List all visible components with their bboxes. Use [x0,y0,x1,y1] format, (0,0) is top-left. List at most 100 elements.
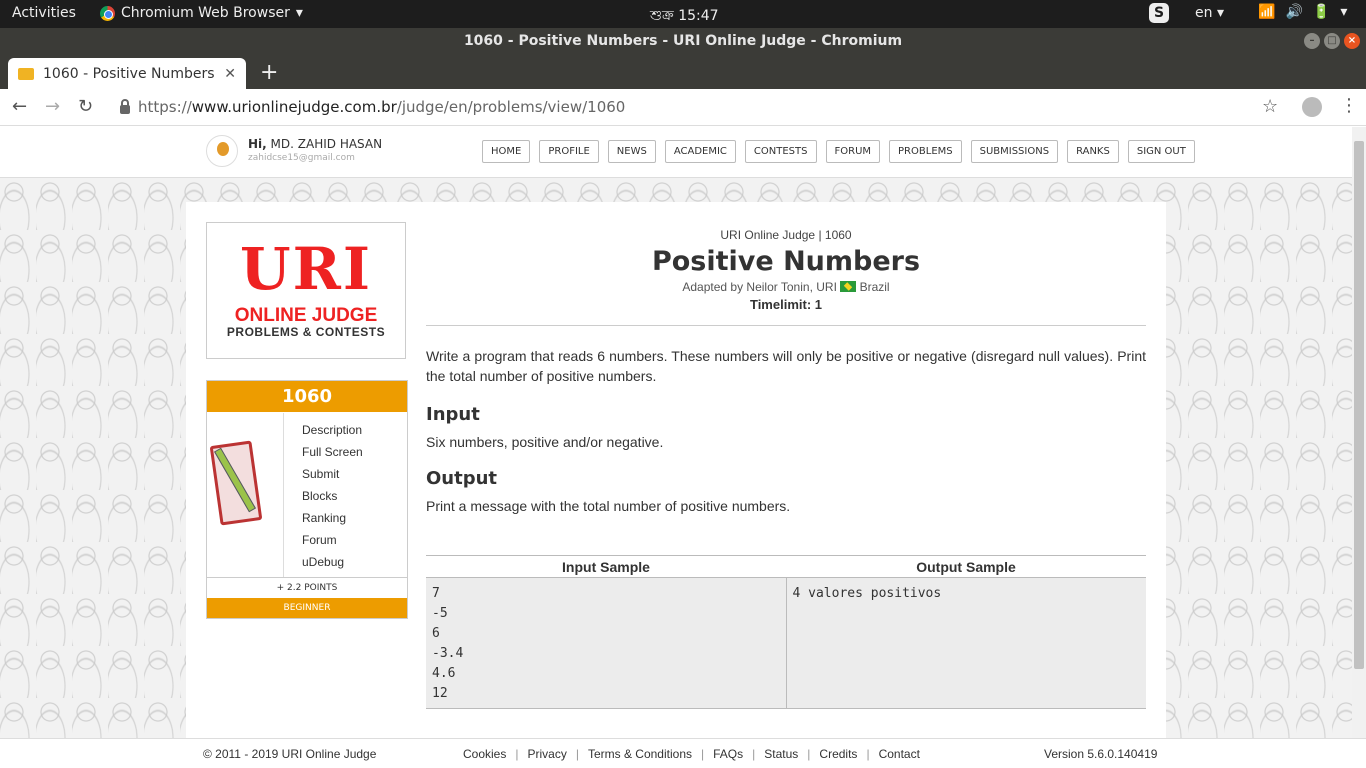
app-menu-label: Chromium Web Browser [121,5,290,21]
nav-problems[interactable]: PROBLEMS [889,140,962,163]
input-sample-line: 7 [432,586,440,601]
menu-dots-icon[interactable]: ⋮ [1340,95,1358,116]
close-window-button[interactable]: × [1344,33,1360,49]
clipboard-pencil-icon [209,435,271,535]
app-menu[interactable]: Chromium Web Browser ▾ [100,5,303,21]
browser-tab[interactable]: 1060 - Positive Numbers - U ✕ [8,58,246,89]
input-sample-line: -3.4 [432,646,464,661]
footer-link-credits[interactable]: Credits [819,747,857,761]
input-sample-line: 4.6 [432,666,456,681]
output-heading: Output [426,468,498,489]
language-indicator[interactable]: en ▾ [1195,5,1224,21]
points-label: + 2.2 POINTS [207,577,407,598]
window-title: 1060 - Positive Numbers - URI Online Jud… [463,33,903,49]
separator: | [807,747,811,761]
profile-avatar-icon[interactable] [1302,97,1322,117]
address-bar[interactable]: https://www.urionlinejudge.com.br/judge/… [120,98,625,116]
page-scrollbar[interactable] [1352,127,1366,738]
problem-author: Adapted by Neilor Tonin, URI Brazil [426,280,1146,294]
nav-sign-out[interactable]: SIGN OUT [1127,140,1195,163]
activities-button[interactable]: Activities [12,5,76,21]
footer-link-contact[interactable]: Contact [879,747,920,761]
footer-link-terms[interactable]: Terms & Conditions [588,747,692,761]
input-text: Six numbers, positive and/or negative. [426,434,664,450]
input-heading: Input [426,404,480,425]
site-footer: © 2011 - 2019 URI Online Judge Cookies | … [0,738,1366,768]
footer-links: Cookies | Privacy | Terms & Conditions | FA… [463,747,920,761]
link-full-screen[interactable]: Full Screen [302,441,363,463]
footer-link-cookies[interactable]: Cookies [463,747,506,761]
battery-icon: 🔋 [1312,4,1331,20]
language-label: en [1195,5,1213,21]
bookmark-star-icon[interactable]: ☆ [1262,96,1278,117]
breadcrumb: URI Online Judge | 1060 [720,228,852,242]
brazil-flag-icon [840,281,857,292]
site-header: Hi, MD. ZAHID HASAN zahidcse15@gmail.com… [0,127,1352,178]
scrollbar-thumb[interactable] [1354,141,1364,669]
input-sample: 7 -5 6 -3.4 4.6 12 [426,578,786,708]
nav-profile[interactable]: PROFILE [539,140,599,163]
link-forum[interactable]: Forum [302,529,363,551]
separator: | [575,747,579,761]
chevron-down-icon: ▾ [295,5,303,21]
separator: | [515,747,519,761]
url-path: /judge/en/problems/view/1060 [396,98,626,116]
link-description[interactable]: Description [302,419,363,441]
output-sample-heading: Output Sample [916,559,1016,575]
link-udebug[interactable]: uDebug [302,551,363,573]
footer-link-faqs[interactable]: FAQs [713,747,743,761]
link-ranking[interactable]: Ranking [302,507,363,529]
nav-ranks[interactable]: RANKS [1067,140,1119,163]
author-country: Brazil [859,280,890,294]
user-name[interactable]: MD. ZAHID HASAN [271,137,383,151]
tab-strip: 1060 - Positive Numbers - U ✕ + [0,55,1366,89]
page-title: Positive Numbers [651,246,921,277]
nav-submissions[interactable]: SUBMISSIONS [970,140,1059,163]
window-controls: – □ × [1304,33,1360,49]
url-text: https://www.urionlinejudge.com.br/judge/… [138,98,625,116]
input-sample-line: 12 [432,686,448,701]
user-avatar[interactable] [206,135,238,167]
separator: | [701,747,705,761]
nav-contests[interactable]: CONTESTS [744,140,817,163]
nav-home[interactable]: HOME [482,140,531,163]
version-label: Version 5.6.0.140419 [1044,747,1158,761]
user-email: zahidcse15@gmail.com [248,153,355,163]
author-prefix: Adapted by Neilor Tonin, URI [682,280,837,294]
divider [426,325,1146,326]
reload-icon[interactable]: ↻ [78,96,93,117]
nav-news[interactable]: NEWS [607,140,656,163]
copyright: © 2011 - 2019 URI Online Judge [203,747,377,761]
uri-favicon-icon [18,67,34,80]
problem-links: Description Full Screen Submit Blocks Ra… [283,413,363,577]
volume-icon: 🔊 [1285,4,1303,20]
nav-forum[interactable]: FORUM [825,140,881,163]
lock-icon [120,98,130,114]
main-nav: HOME PROFILE NEWS ACADEMIC CONTESTS FORU… [482,140,1195,163]
url-prefix: https:// [138,98,192,116]
browser-toolbar: ← → ↻ https://www.urionlinejudge.com.br/… [0,89,1366,126]
problem-description: Write a program that reads 6 numbers. Th… [426,348,1146,384]
nav-academic[interactable]: ACADEMIC [664,140,736,163]
link-blocks[interactable]: Blocks [302,485,363,507]
clock[interactable]: শুক্র 15:47 [650,4,719,28]
close-tab-icon[interactable]: ✕ [224,66,236,82]
new-tab-button[interactable]: + [260,60,278,85]
input-sample-line: -5 [432,606,448,621]
maximize-button[interactable]: □ [1324,33,1340,49]
samples-table: Input Sample Output Sample 7 -5 6 -3.4 4… [426,555,1146,709]
chromium-icon [100,5,115,21]
minimize-button[interactable]: – [1304,33,1320,49]
forward-arrow-icon[interactable]: → [45,96,60,117]
link-submit[interactable]: Submit [302,463,363,485]
footer-link-privacy[interactable]: Privacy [527,747,566,761]
samples-header-row: Input Sample Output Sample [426,556,1146,578]
footer-link-status[interactable]: Status [764,747,798,761]
skype-icon[interactable]: S [1149,3,1169,23]
problem-sidebar: 1060 Description Full Screen Submit Bloc… [206,380,408,619]
output-text: Print a message with the total number of… [426,498,791,514]
separator: | [866,747,870,761]
back-arrow-icon[interactable]: ← [12,96,27,117]
system-tray[interactable]: 📶 🔊 🔋 ▾ [1258,4,1347,20]
uri-logo[interactable]: URI ONLINE JUDGE PROBLEMS & CONTESTS [206,222,406,359]
